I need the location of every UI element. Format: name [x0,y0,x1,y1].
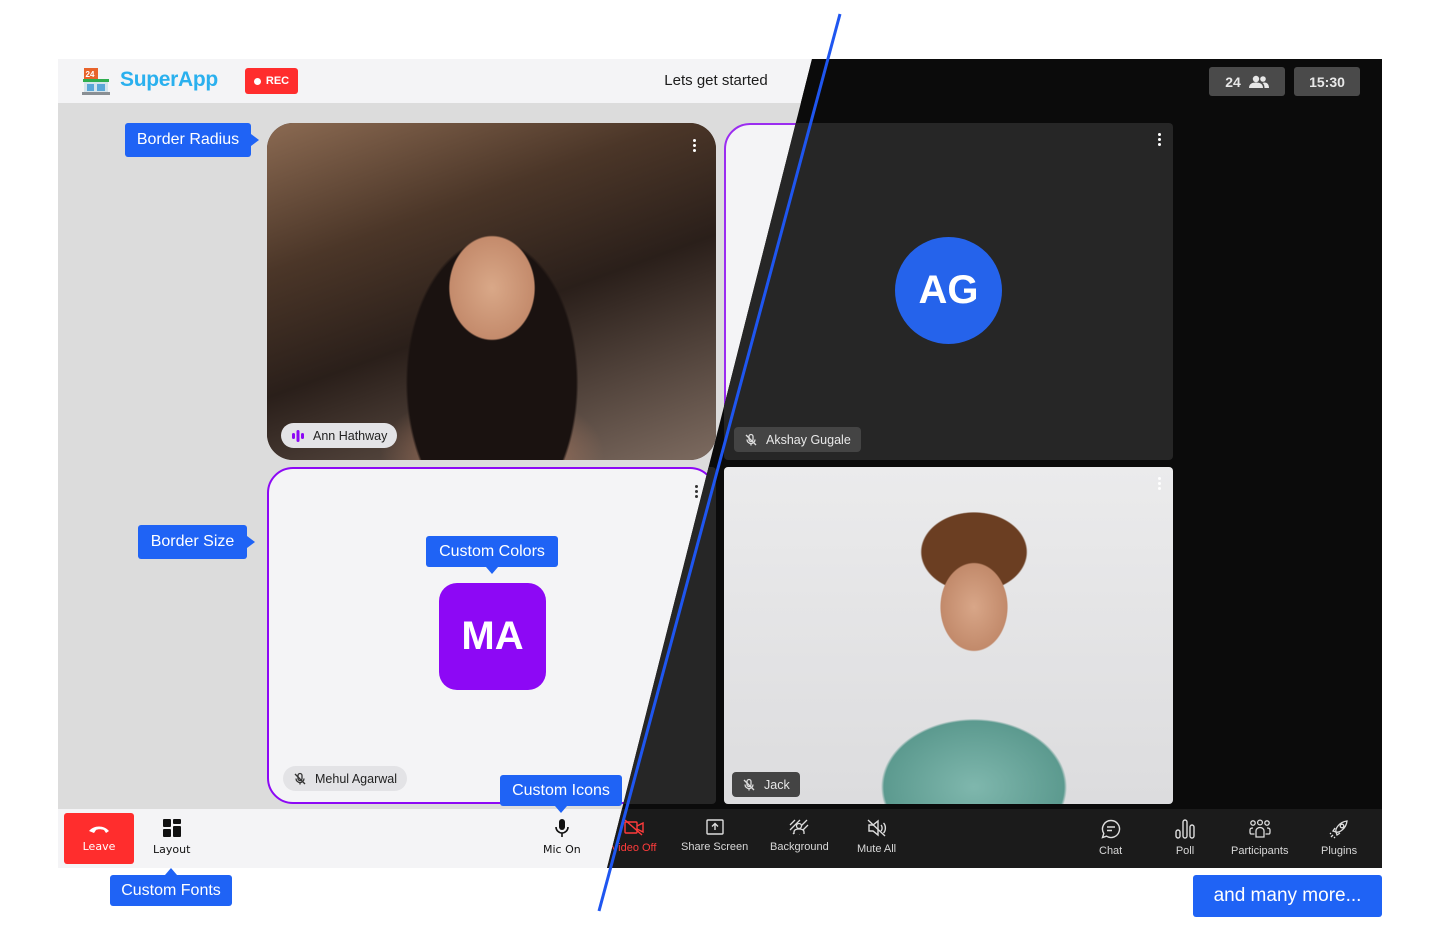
plugins-button[interactable]: Plugins [1321,819,1357,857]
video-label: Video Off [611,842,657,854]
share-screen-button[interactable]: Share Screen [681,819,748,853]
poll-label: Poll [1175,845,1195,857]
mic-off-icon [745,433,757,445]
name-tag: Mehul Agarwal [283,766,407,791]
speaker-mute-icon [867,819,886,837]
participant-tile-jack[interactable]: Jack [724,467,1173,804]
callout-custom-colors: Custom Colors [426,536,558,574]
participants-icon [1249,819,1271,838]
hang-up-icon [89,826,109,833]
meeting-app: 24 SuperApp REC Lets get started Ann Hat… [58,59,1382,868]
rocket-icon [1329,820,1348,839]
stage: 24 SuperApp REC Lets get started Ann Hat… [0,0,1440,928]
chat-button[interactable]: Chat [1099,819,1122,857]
people-icon [1248,75,1269,88]
poll-icon [1175,819,1195,839]
timer: 15:30 [1309,73,1345,90]
leave-button[interactable]: Leave [64,813,134,864]
participant-tile-akshay[interactable]: AG Akshay Gugale [724,123,1173,460]
name-tag: Ann Hathway [281,423,398,448]
participant-name: Jack [764,777,790,792]
tile-menu-icon[interactable] [693,139,697,152]
mute-all-button[interactable]: Mute All [857,819,896,855]
microphone-icon [555,819,569,837]
callout-many-more: and many more... [1193,875,1382,917]
participants-button[interactable]: Participants [1231,819,1288,857]
timer-badge: 15:30 [1294,67,1360,96]
background-icon [789,819,809,835]
participant-name: Ann Hathway [313,428,388,443]
video-off-icon [624,819,644,836]
background-button[interactable]: Background [770,819,829,853]
leave-label: Leave [82,840,116,853]
tile-menu-icon[interactable] [1158,477,1162,490]
callout-custom-icons: Custom Icons [500,775,622,813]
chat-label: Chat [1099,845,1123,857]
tile-menu-icon[interactable] [695,485,699,498]
callout-border-radius: Border Radius [125,123,259,157]
share-screen-label: Share Screen [681,841,749,853]
callout-custom-fonts: Custom Fonts [110,868,232,906]
name-tag: Jack [732,772,800,797]
mute-all-label: Mute All [857,843,897,855]
background-label: Background [770,841,829,853]
tile-menu-icon[interactable] [1158,133,1162,146]
layout-label: Layout [153,843,191,856]
plugins-label: Plugins [1321,845,1358,857]
mic-button[interactable]: Mic On [543,819,581,856]
poll-button[interactable]: Poll [1175,819,1195,857]
chat-icon [1101,819,1120,839]
participants-label: Participants [1231,845,1289,857]
avatar: MA [439,583,546,690]
avatar: AG [895,237,1002,344]
participant-name: Akshay Gugale [766,432,851,447]
mic-label: Mic On [543,843,581,856]
mic-off-icon [743,778,755,790]
participant-video [724,467,1173,804]
participant-video [267,123,716,460]
participant-name: Mehul Agarwal [315,771,397,786]
mic-off-icon [294,772,306,784]
name-tag: Akshay Gugale [734,427,861,452]
participant-tile-ann[interactable]: Ann Hathway [267,123,716,460]
participant-count: 24 [1225,73,1241,90]
layout-button[interactable]: Layout [153,819,190,856]
share-screen-icon [705,819,724,835]
layout-icon [162,819,181,837]
speaking-indicator-icon [292,429,304,442]
participant-count-badge[interactable]: 24 [1209,67,1285,96]
callout-border-size: Border Size [138,525,255,559]
